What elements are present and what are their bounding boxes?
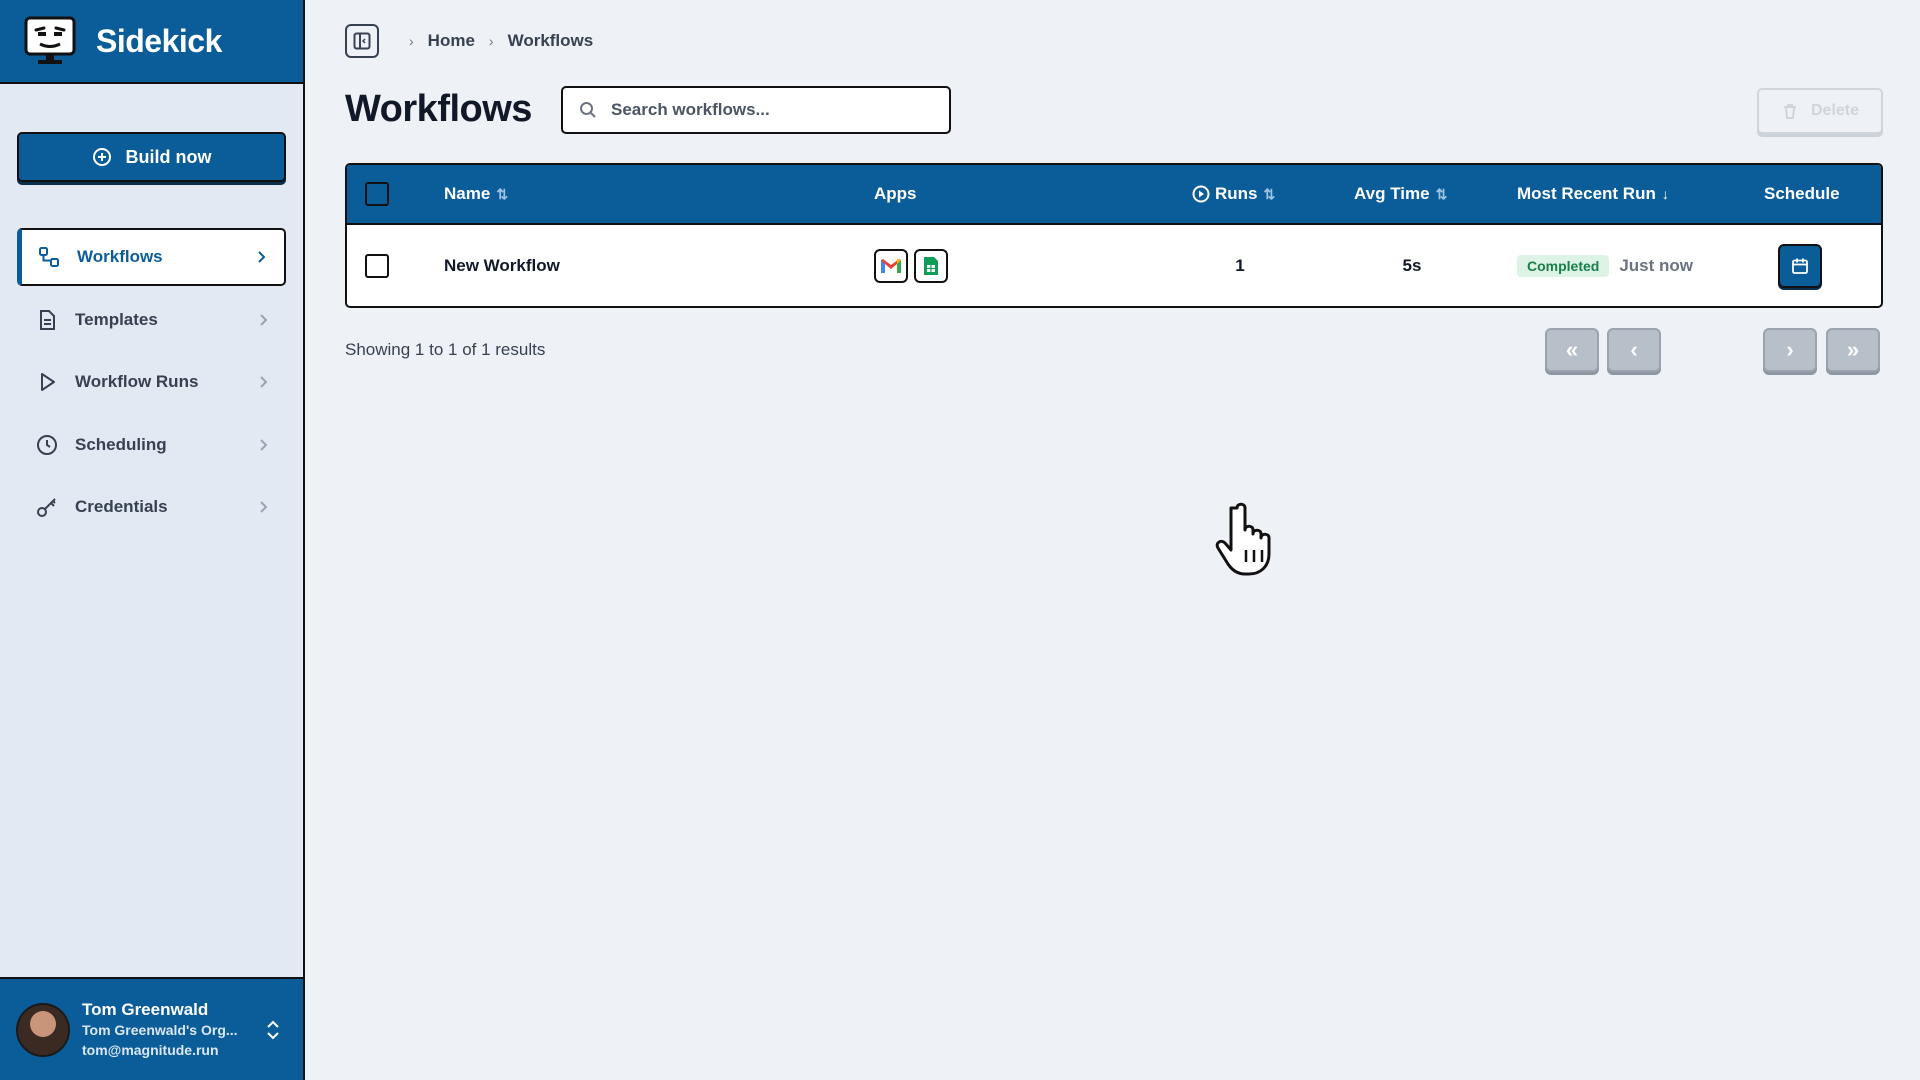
play-icon (35, 370, 59, 394)
chevron-right-icon: › (488, 33, 494, 49)
avg-time-value: 5s (1402, 255, 1422, 275)
column-name-label: Name (444, 184, 491, 203)
column-header-apps: Apps (874, 165, 917, 223)
last-page-button[interactable]: » (1826, 328, 1880, 372)
chevron-right-icon (260, 376, 268, 388)
breadcrumb: › Home › Workflows (345, 24, 593, 58)
brand-header: Sidekick (0, 0, 303, 84)
column-schedule-label: Schedule (1764, 184, 1840, 203)
first-page-button[interactable]: « (1545, 328, 1599, 372)
workflows-table: Name ⇅ Apps Runs ⇅ Avg Time ⇅ Most Recen… (345, 163, 1883, 308)
sidebar-item-label: Credentials (75, 497, 168, 516)
google-sheets-icon (914, 248, 948, 283)
trash-icon (1783, 104, 1796, 119)
document-icon (35, 308, 59, 332)
search-icon (580, 102, 596, 118)
gmail-icon (874, 248, 908, 283)
workflow-icon (37, 245, 61, 269)
chevron-right-icon (258, 251, 266, 263)
column-header-runs[interactable]: Runs ⇅ (1192, 165, 1275, 223)
plus-circle-icon (92, 148, 111, 166)
build-now-label: Build now (125, 146, 212, 167)
sidebar-item-label: Scheduling (75, 434, 167, 454)
sidebar-item-workflows[interactable]: Workflows (17, 228, 286, 286)
column-header-name[interactable]: Name ⇅ (444, 165, 508, 223)
schedule-button[interactable] (1778, 243, 1822, 288)
recent-run-time: Just now (1619, 255, 1694, 275)
sidebar-item-label: Workflow Runs (75, 372, 199, 391)
hand-pointer-cursor-icon (1215, 502, 1271, 576)
chevron-up-down-icon (267, 1020, 279, 1039)
play-circle-icon (1192, 185, 1210, 203)
previous-page-button[interactable]: ‹ (1607, 328, 1661, 372)
sort-descending-icon: ↓ (1661, 186, 1669, 202)
column-avg-time-label: Avg Time (1354, 184, 1430, 203)
clock-icon (35, 433, 59, 457)
delete-button[interactable]: Delete (1757, 88, 1883, 134)
key-icon (35, 495, 59, 519)
page-title: Workflows (345, 88, 532, 130)
search-input[interactable] (611, 100, 931, 120)
sidebar-item-scheduling[interactable]: Scheduling (17, 416, 286, 474)
table-row[interactable]: New Workflow 1 5s Completed Just now (347, 225, 1881, 306)
breadcrumb-home-link[interactable]: Home (428, 31, 475, 51)
calendar-icon (1792, 258, 1808, 274)
runs-count: 1 (1235, 255, 1245, 275)
column-header-schedule: Schedule (1764, 165, 1840, 223)
column-recent-label: Most Recent Run (1517, 184, 1656, 203)
row-checkbox[interactable] (365, 253, 389, 278)
next-page-button[interactable]: › (1763, 328, 1817, 372)
workflow-name[interactable]: New Workflow (444, 225, 560, 306)
status-badge: Completed (1517, 254, 1610, 277)
column-header-most-recent-run[interactable]: Most Recent Run ↓ (1517, 165, 1669, 223)
most-recent-run-cell: Completed Just now (1517, 225, 1693, 306)
apps-cell (874, 225, 954, 306)
avatar (16, 1002, 70, 1057)
sort-icon: ⇅ (1263, 185, 1276, 202)
user-name: Tom Greenwald (82, 999, 209, 1019)
sort-icon: ⇅ (1435, 185, 1448, 202)
breadcrumb-current: Workflows (507, 31, 594, 50)
delete-label: Delete (1810, 102, 1860, 119)
brand-name: Sidekick (96, 22, 222, 59)
sidebar-item-label: Workflows (77, 247, 163, 266)
sidebar: Sidekick Build now Workflows Templates W… (0, 0, 305, 1080)
chevron-right-icon (260, 438, 268, 451)
sidebar-item-credentials[interactable]: Credentials (17, 478, 286, 536)
select-all-checkbox[interactable] (365, 182, 389, 206)
chevron-right-icon (260, 501, 268, 513)
build-now-button[interactable]: Build now (17, 132, 286, 182)
sort-icon: ⇅ (496, 185, 509, 202)
sidebar-nav: Workflows Templates Workflow Runs Schedu… (17, 228, 286, 541)
user-email: tom@magnitude.run (82, 1041, 219, 1058)
sidebar-item-templates[interactable]: Templates (17, 291, 286, 349)
user-menu[interactable]: Tom Greenwald Tom Greenwald's Org... tom… (0, 977, 303, 1080)
column-header-avg-time[interactable]: Avg Time ⇅ (1354, 165, 1447, 223)
column-runs-label: Runs (1215, 184, 1258, 203)
sidebar-toggle-button[interactable] (345, 24, 379, 58)
sidebar-panel-icon (353, 32, 371, 50)
table-header: Name ⇅ Apps Runs ⇅ Avg Time ⇅ Most Recen… (347, 165, 1881, 225)
sidekick-logo (24, 16, 76, 64)
results-summary: Showing 1 to 1 of 1 results (345, 340, 546, 359)
chevron-right-icon (260, 313, 268, 326)
search-box (561, 86, 951, 134)
sidebar-item-label: Templates (75, 309, 158, 329)
column-apps-label: Apps (874, 184, 917, 203)
chevron-right-icon: › (409, 33, 414, 49)
user-org: Tom Greenwald's Org... (82, 1021, 238, 1038)
sidebar-item-workflow-runs[interactable]: Workflow Runs (17, 353, 286, 411)
